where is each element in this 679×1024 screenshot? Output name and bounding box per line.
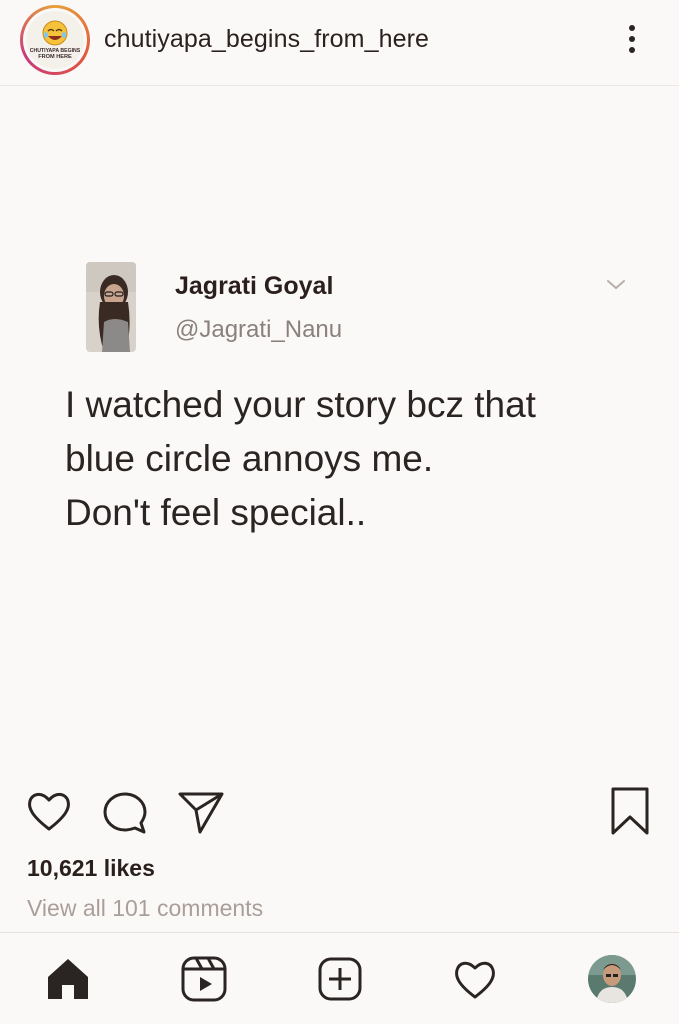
header-username[interactable]: chutiyapa_begins_from_here	[104, 25, 429, 54]
chevron-down-icon	[605, 278, 627, 292]
comment-icon[interactable]	[100, 788, 150, 838]
tweet-text: I watched your story bcz that blue circl…	[65, 378, 655, 540]
heart-icon[interactable]	[24, 786, 74, 836]
more-vertical-icon[interactable]	[620, 22, 644, 56]
tweet-text-line: blue circle annoys me.	[65, 438, 434, 479]
send-icon[interactable]	[176, 788, 226, 838]
laughing-emoji-logo-icon: CHUTIYAPA BEGINS FROM HERE	[30, 20, 81, 60]
profile-story-ring[interactable]: CHUTIYAPA BEGINS FROM HERE	[20, 5, 90, 75]
post-actions-bar	[0, 780, 679, 840]
likes-count[interactable]: 10,621 likes	[27, 855, 155, 882]
post-image-tweet: Jagrati Goyal @Jagrati_Nanu I watched yo…	[0, 86, 679, 776]
bookmark-icon[interactable]	[607, 786, 653, 838]
bottom-navigation	[0, 932, 679, 1024]
profile-avatar: CHUTIYAPA BEGINS FROM HERE	[26, 11, 84, 69]
tweet-author-name: Jagrati Goyal	[175, 272, 334, 300]
add-post-icon[interactable]	[316, 955, 364, 1003]
post-header: CHUTIYAPA BEGINS FROM HERE chutiyapa_beg…	[0, 0, 679, 86]
instagram-post-screen: CHUTIYAPA BEGINS FROM HERE chutiyapa_beg…	[0, 0, 679, 1024]
view-comments-link[interactable]: View all 101 comments	[27, 895, 263, 922]
svg-text:FROM HERE: FROM HERE	[38, 54, 72, 60]
profile-avatar-nav[interactable]	[588, 955, 636, 1003]
activity-heart-icon[interactable]	[451, 955, 499, 1003]
home-icon[interactable]	[44, 955, 92, 1003]
tweet-text-line: Don't feel special..	[65, 492, 367, 533]
tweet-author-avatar	[86, 262, 136, 352]
tweet-author-handle: @Jagrati_Nanu	[175, 316, 343, 343]
tweet-text-line: I watched your story bcz that	[65, 384, 536, 425]
reels-icon[interactable]	[180, 955, 228, 1003]
